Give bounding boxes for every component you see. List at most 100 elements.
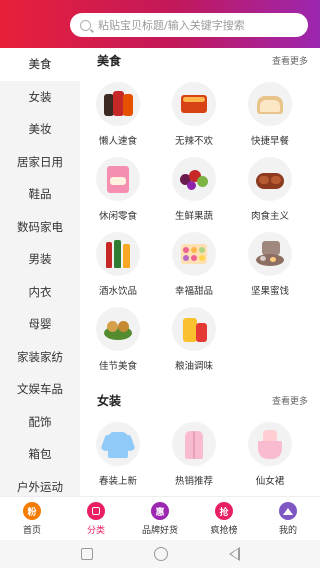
- subcategory-item[interactable]: 无辣不欢: [156, 82, 232, 157]
- section-header-food: 美食 查看更多: [80, 48, 320, 72]
- subcategory-label: 酒水饮品: [98, 286, 137, 297]
- sidebar-item-underwear[interactable]: 内衣: [0, 276, 80, 309]
- tab-label: 分类: [86, 526, 105, 536]
- fruit-icon: [172, 157, 216, 201]
- sidebar-item-entertainment-auto[interactable]: 文娱车品: [0, 373, 80, 406]
- sidebar-item-accessories[interactable]: 配饰: [0, 406, 80, 439]
- subcategory-item[interactable]: 快捷早餐: [232, 82, 308, 157]
- sidebar-item-bags[interactable]: 箱包: [0, 438, 80, 471]
- sidebar-item-home-daily[interactable]: 居家日用: [0, 146, 80, 179]
- subcategory-item[interactable]: 懒人速食: [80, 82, 156, 157]
- sidebar-item-label: 配饰: [28, 414, 52, 429]
- subcategory-item[interactable]: 生鲜果蔬: [156, 157, 232, 232]
- subcategory-item[interactable]: 休闲零食: [80, 157, 156, 232]
- tab-profile[interactable]: 我的: [256, 497, 320, 540]
- sidebar-item-baby[interactable]: 母婴: [0, 308, 80, 341]
- sidebar-item-men-clothing[interactable]: 男装: [0, 243, 80, 276]
- subcategory-label: 懒人速食: [98, 136, 137, 147]
- subcategory-item[interactable]: 仙女裙: [232, 422, 308, 496]
- dessert-icon: [172, 232, 216, 276]
- top-header: 粘贴宝贝标题/输入关键字搜索: [0, 0, 320, 48]
- subcategory-label: 佳节美食: [98, 361, 137, 372]
- bread-icon: [248, 82, 292, 126]
- search-bar[interactable]: 粘贴宝贝标题/输入关键字搜索: [70, 13, 308, 37]
- sidebar-item-shoes[interactable]: 鞋品: [0, 178, 80, 211]
- section-title: 美食: [97, 53, 122, 68]
- sidebar-item-label: 文娱车品: [17, 382, 63, 397]
- subcategory-label: 热销推荐: [174, 476, 213, 487]
- subcategory-item[interactable]: 肉食主义: [232, 157, 308, 232]
- instant-noodles-icon: [96, 82, 140, 126]
- subcategory-label: 仙女裙: [255, 476, 285, 487]
- meat-icon: [248, 157, 292, 201]
- sidebar-item-label: 家装家纺: [17, 349, 63, 364]
- bottom-tab-bar: 粉 首页 分类 惠 品牌好货 抢 疯抢榜 我的: [0, 496, 320, 540]
- nuts-icon: [248, 232, 292, 276]
- blouse-icon: [96, 422, 140, 466]
- subcategory-label: 幸福甜品: [174, 286, 213, 297]
- tab-ranking[interactable]: 抢 疯抢榜: [192, 497, 256, 540]
- sidebar-item-outdoor-sports[interactable]: 户外运动: [0, 471, 80, 497]
- sidebar-item-label: 居家日用: [17, 154, 63, 169]
- subcategory-item[interactable]: 坚果蜜饯: [232, 232, 308, 307]
- section-title: 女装: [97, 393, 122, 408]
- subcategory-item[interactable]: 酒水饮品: [80, 232, 156, 307]
- tab-label: 首页: [22, 526, 41, 536]
- category-icon: [87, 502, 105, 520]
- search-placeholder: 粘贴宝贝标题/输入关键字搜索: [98, 19, 245, 32]
- subcategory-label: 肉食主义: [250, 211, 289, 222]
- subcategory-label: 春装上新: [98, 476, 137, 487]
- subcategory-label: 粮油调味: [174, 361, 213, 372]
- drinks-icon: [96, 232, 140, 276]
- sidebar-item-beauty[interactable]: 美妆: [0, 113, 80, 146]
- coat-icon: [172, 422, 216, 466]
- tab-label: 我的: [278, 526, 297, 536]
- subcategory-label: 休闲零食: [98, 211, 137, 222]
- sidebar-item-label: 数码家电: [17, 219, 63, 234]
- home-button-icon[interactable]: [153, 547, 168, 561]
- subcategory-item[interactable]: 幸福甜品: [156, 232, 232, 307]
- category-sidebar: 美食 女装 美妆 居家日用 鞋品 数码家电 男装 内衣 母婴 家装家纺 文娱车品…: [0, 48, 80, 496]
- sidebar-item-home-textile[interactable]: 家装家纺: [0, 341, 80, 374]
- mooncake-icon: [96, 307, 140, 351]
- view-more-link[interactable]: 查看更多: [272, 394, 308, 407]
- subcategory-label: 无辣不欢: [174, 136, 213, 147]
- sidebar-item-label: 内衣: [28, 284, 52, 299]
- subcategory-label: 生鲜果蔬: [174, 211, 213, 222]
- subcategory-label: 坚果蜜饯: [250, 286, 289, 297]
- system-navigation-bar: [0, 540, 320, 568]
- tab-brand[interactable]: 惠 品牌好货: [128, 497, 192, 540]
- sidebar-item-label: 美妆: [28, 122, 52, 137]
- ranking-icon: 抢: [215, 502, 233, 520]
- sidebar-item-label: 户外运动: [17, 479, 63, 494]
- tab-home[interactable]: 粉 首页: [0, 497, 64, 540]
- back-icon[interactable]: [228, 547, 240, 561]
- subcategory-item[interactable]: 热销推荐: [156, 422, 232, 496]
- subcategory-label: 快捷早餐: [250, 136, 289, 147]
- sidebar-item-women-clothing[interactable]: 女装: [0, 81, 80, 114]
- recent-apps-icon[interactable]: [80, 548, 93, 560]
- sidebar-item-label: 鞋品: [28, 187, 52, 202]
- sidebar-item-food[interactable]: 美食: [0, 48, 80, 81]
- tab-label: 疯抢榜: [210, 526, 238, 536]
- snack-pack-icon: [96, 157, 140, 201]
- cooking-oil-icon: [172, 307, 216, 351]
- tab-label: 品牌好货: [141, 526, 178, 536]
- subcategory-grid-food: 懒人速食 无辣不欢 快捷早餐 休闲零食 生鲜果蔬 肉食主义 酒水饮品 幸福甜品 …: [80, 72, 320, 382]
- tab-category[interactable]: 分类: [64, 497, 128, 540]
- search-icon: [80, 19, 91, 31]
- subcategory-item[interactable]: 春装上新: [80, 422, 156, 496]
- home-icon: 粉: [23, 502, 41, 520]
- view-more-link[interactable]: 查看更多: [272, 54, 308, 67]
- section-header-women: 女装 查看更多: [80, 388, 320, 412]
- category-content: 美食 查看更多 懒人速食 无辣不欢 快捷早餐 休闲零食 生鲜果蔬 肉食主义 酒水…: [80, 48, 320, 496]
- sidebar-item-label: 母婴: [28, 317, 52, 332]
- subcategory-item[interactable]: 佳节美食: [80, 307, 156, 382]
- dress-icon: [248, 422, 292, 466]
- subcategory-item[interactable]: 粮油调味: [156, 307, 232, 382]
- brand-icon: 惠: [151, 502, 169, 520]
- sidebar-item-label: 女装: [28, 89, 52, 104]
- sidebar-item-label: 箱包: [28, 447, 52, 462]
- sidebar-item-electronics[interactable]: 数码家电: [0, 211, 80, 244]
- spicy-snack-icon: [172, 82, 216, 126]
